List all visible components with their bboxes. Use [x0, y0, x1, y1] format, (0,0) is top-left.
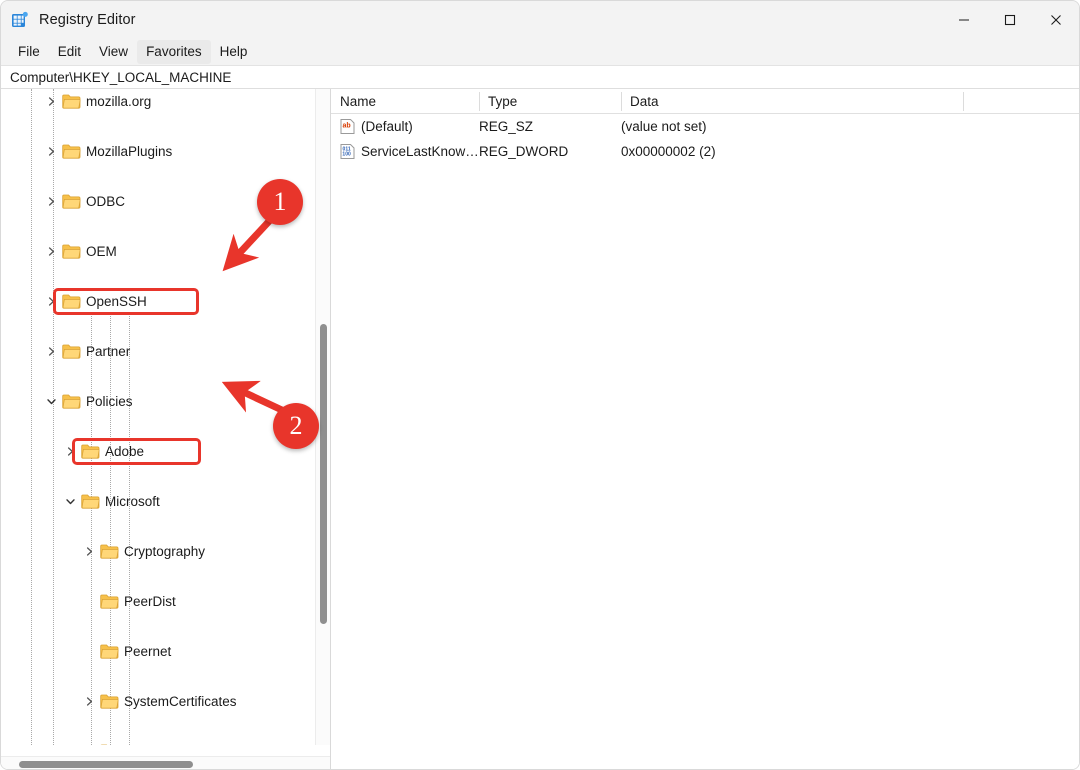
annotation-badge-1: 1 — [257, 179, 303, 225]
annotation-arrows — [221, 214, 286, 415]
annotation-badge-2: 2 — [273, 403, 319, 449]
registry-editor-window: Registry Editor File Edit View Favorites… — [0, 0, 1080, 770]
